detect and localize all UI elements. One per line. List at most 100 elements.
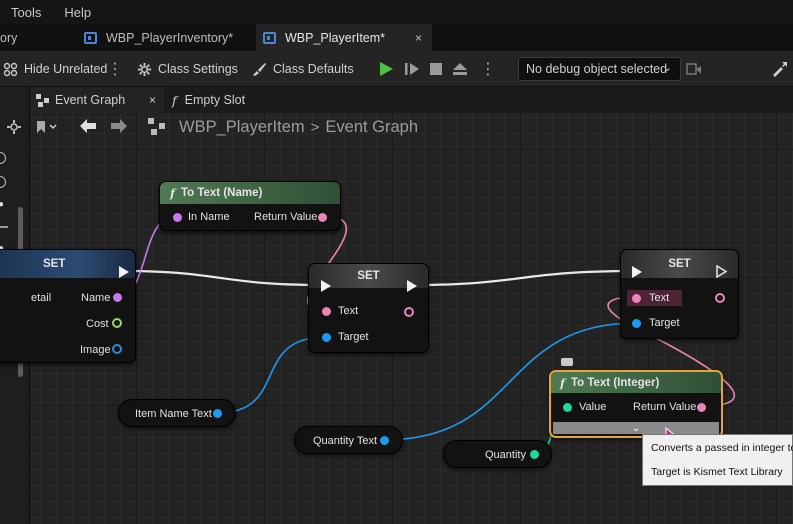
debug-object-select[interactable]: No debug object selected ⌄	[518, 57, 681, 81]
bookmark-icon	[37, 121, 57, 133]
debug-object-value: No debug object selected	[526, 62, 668, 76]
node-title: To Text (Integer)	[570, 376, 660, 389]
eject-button[interactable]	[452, 51, 474, 87]
pin-label: Target	[338, 331, 369, 343]
pin-label: Return Value	[633, 401, 697, 413]
text-pin[interactable]	[322, 307, 331, 316]
to-text-name-node[interactable]: f To Text (Name) In Name Return Value	[159, 181, 341, 231]
back-button[interactable]	[79, 118, 97, 139]
hide-unrelated-button[interactable]: Hide Unrelated	[3, 51, 107, 87]
node-title: SET	[43, 258, 66, 270]
quantity-node[interactable]: Quantity	[443, 440, 552, 468]
return-value-pin[interactable]	[318, 213, 327, 222]
return-value-pin[interactable]	[697, 403, 706, 412]
quantity-text-node[interactable]: Quantity Text	[294, 426, 403, 454]
step-button[interactable]	[404, 51, 426, 87]
image-pin[interactable]	[112, 344, 122, 354]
gear-icon	[137, 62, 152, 76]
object-out-pin[interactable]	[213, 409, 222, 418]
exec-out-pin-icon[interactable]	[716, 265, 728, 278]
stop-button[interactable]	[429, 51, 449, 87]
value-pin[interactable]	[563, 403, 572, 412]
class-settings-label: Class Settings	[158, 62, 238, 76]
node-header: SET	[0, 250, 135, 278]
play-button[interactable]	[378, 51, 400, 87]
comment-bubble-icon[interactable]	[561, 358, 573, 366]
node-tooltip: Converts a passed in integer to Target i…	[642, 434, 793, 486]
pin-label: Text	[338, 305, 359, 317]
visibility-eye-icon[interactable]: ●	[0, 199, 4, 210]
arrow-right-icon	[111, 119, 127, 133]
advanced-expander[interactable]: ⌄	[553, 422, 719, 434]
cost-pin[interactable]	[112, 318, 122, 328]
tooltip-line: Converts a passed in integer to	[651, 442, 793, 454]
blueprint-editor: Tools Help ory WBP_PlayerInventory* WBP_…	[0, 0, 793, 524]
target-pin[interactable]	[322, 333, 331, 342]
hide-unrelated-options-icon[interactable]: ⋮	[107, 51, 123, 87]
hidden-eye-icon[interactable]	[0, 226, 8, 228]
hide-unrelated-label: Hide Unrelated	[24, 62, 108, 76]
set-node-middle[interactable]: SET Text Target	[308, 263, 429, 353]
gear-icon[interactable]	[6, 119, 22, 135]
to-text-integer-node[interactable]: f To Text (Integer) Value Return Value ⌄	[549, 370, 723, 438]
text-pin[interactable]	[632, 294, 641, 303]
debug-filter-button[interactable]	[686, 51, 708, 87]
doc-tab-player-inventory[interactable]: WBP_PlayerInventory*	[84, 24, 254, 51]
tooltip-line: Target is Kismet Text Library	[651, 466, 783, 478]
doc-tab-label: WBP_PlayerItem*	[285, 30, 386, 45]
node-header: f To Text (Name)	[160, 182, 340, 204]
int-out-pin[interactable]	[530, 450, 539, 459]
settings-wrench-button[interactable]	[771, 51, 793, 87]
class-settings-button[interactable]: Class Settings	[137, 51, 238, 87]
node-label: Quantity	[485, 449, 526, 461]
node-label: Quantity Text	[313, 435, 377, 447]
in-name-pin[interactable]	[173, 213, 182, 222]
doc-tab-inventory-partial[interactable]: ory	[0, 24, 60, 51]
text-out-pin[interactable]	[715, 293, 725, 303]
bookmark-dropdown[interactable]	[36, 120, 58, 137]
tab-empty-slot[interactable]: f Empty Slot	[172, 87, 272, 113]
brush-icon	[253, 63, 266, 76]
tab-event-graph[interactable]: Event Graph ×	[30, 87, 164, 113]
add-variable-icon[interactable]	[0, 176, 6, 188]
class-defaults-button[interactable]: Class Defaults	[251, 51, 354, 87]
exec-out-pin[interactable]	[119, 266, 129, 278]
graph-hierarchy-icon	[148, 118, 165, 135]
pin-label: Target	[649, 317, 680, 329]
add-variable-icon[interactable]	[0, 152, 6, 164]
pin-label: Image	[80, 344, 111, 356]
menu-help[interactable]: Help	[64, 5, 91, 20]
pin-label: Return Value	[254, 211, 318, 223]
pin-label: In Name	[188, 211, 230, 223]
chevron-down-icon: ⌄	[662, 62, 672, 74]
forward-button[interactable]	[110, 118, 128, 139]
pin-label: etail	[31, 292, 52, 304]
breadcrumb-blueprint[interactable]: WBP_PlayerItem	[179, 118, 305, 137]
play-options-icon[interactable]: ⋮	[480, 51, 496, 87]
graph-hierarchy-button[interactable]	[148, 118, 166, 140]
chevron-down-icon: ⌄	[631, 422, 641, 434]
doc-tab-player-item[interactable]: WBP_PlayerItem* ×	[256, 24, 432, 51]
blueprint-icon	[263, 31, 276, 44]
exec-out-pin[interactable]	[407, 280, 417, 292]
graph-tab-bar: Event Graph × f Empty Slot	[30, 87, 793, 113]
wrench-icon	[773, 62, 787, 77]
object-out-pin[interactable]	[380, 436, 389, 445]
menu-tools[interactable]: Tools	[11, 5, 41, 20]
item-name-text-node[interactable]: Item Name Text	[118, 399, 236, 427]
set-node-left[interactable]: SET etail Name Cost Image	[0, 249, 136, 363]
doc-tab-label: WBP_PlayerInventory*	[106, 30, 234, 45]
set-node-right[interactable]: SET Text Target	[620, 249, 739, 339]
close-tab-icon[interactable]: ×	[415, 31, 422, 45]
name-pin[interactable]	[113, 293, 122, 302]
target-pin[interactable]	[632, 319, 641, 328]
doc-tab-label: ory	[0, 30, 18, 45]
exec-in-pin[interactable]	[321, 280, 331, 292]
pin-label: Value	[579, 401, 607, 413]
close-tab-icon[interactable]: ×	[149, 93, 156, 107]
breadcrumb-graph: Event Graph	[325, 118, 419, 136]
pin-label: Text	[649, 292, 670, 304]
text-out-pin[interactable]	[404, 307, 414, 317]
exec-in-pin[interactable]	[632, 266, 642, 278]
blueprint-icon	[84, 31, 97, 44]
